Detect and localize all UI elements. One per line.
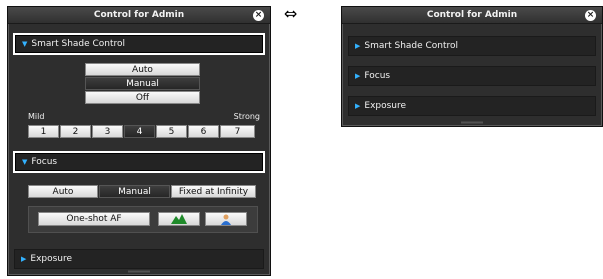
level-button-1[interactable]: 1 xyxy=(28,125,59,138)
collapsed-triangle-icon: ▶ xyxy=(21,255,27,263)
landscape-focus-button[interactable] xyxy=(158,212,200,226)
level-button-5[interactable]: 5 xyxy=(156,125,187,138)
resize-grip[interactable] xyxy=(128,270,150,273)
close-icon[interactable]: × xyxy=(253,10,264,21)
exposure-label: Exposure xyxy=(364,101,407,111)
focus-label: Focus xyxy=(31,157,58,167)
resize-grip[interactable] xyxy=(461,121,483,124)
shade-mode-manual[interactable]: Manual xyxy=(85,77,200,90)
panel-titlebar: Control for Admin × xyxy=(342,7,602,24)
portrait-icon xyxy=(221,214,231,225)
focus-header[interactable]: ▼ Focus xyxy=(13,151,265,173)
landscape-icon xyxy=(171,214,187,224)
shade-mode-auto[interactable]: Auto xyxy=(85,63,200,76)
expanded-triangle-icon: ▼ xyxy=(22,40,28,48)
mild-label: Mild xyxy=(28,112,45,121)
focus-mode-auto[interactable]: Auto xyxy=(28,185,98,198)
level-button-2[interactable]: 2 xyxy=(60,125,91,138)
strong-label: Strong xyxy=(233,112,260,121)
close-icon[interactable]: × xyxy=(585,10,596,21)
collapsed-triangle-icon: ▶ xyxy=(355,42,361,50)
smart-shade-label: Smart Shade Control xyxy=(364,41,459,51)
exposure-label: Exposure xyxy=(30,254,73,264)
exposure-header[interactable]: ▶ Exposure xyxy=(348,96,596,116)
panel-title: Control for Admin xyxy=(426,10,518,20)
collapsed-triangle-icon: ▶ xyxy=(355,72,361,80)
level-button-7[interactable]: 7 xyxy=(220,125,255,138)
focus-mode-fixed-infinity[interactable]: Fixed at Infinity xyxy=(171,185,256,198)
level-button-6[interactable]: 6 xyxy=(188,125,219,138)
focus-mode-manual[interactable]: Manual xyxy=(99,185,170,198)
level-button-3[interactable]: 3 xyxy=(92,125,123,138)
admin-panel-expanded: Control for Admin × ▼ Smart Shade Contro… xyxy=(7,6,271,276)
level-button-4[interactable]: 4 xyxy=(124,125,155,138)
collapsed-triangle-icon: ▶ xyxy=(355,102,361,110)
panel-titlebar: Control for Admin × xyxy=(8,7,270,24)
comparison-arrow: ⇔ xyxy=(284,4,298,23)
smart-shade-label: Smart Shade Control xyxy=(31,39,126,49)
panel-title: Control for Admin xyxy=(93,10,185,20)
exposure-header[interactable]: ▶ Exposure xyxy=(14,249,264,269)
oneshot-af-button[interactable]: One-shot AF xyxy=(38,212,150,226)
portrait-focus-button[interactable] xyxy=(205,212,247,226)
focus-label: Focus xyxy=(364,71,391,81)
smart-shade-header[interactable]: ▶ Smart Shade Control xyxy=(348,36,596,56)
admin-panel-collapsed: Control for Admin × ▶ Smart Shade Contro… xyxy=(341,6,603,127)
shade-mode-off[interactable]: Off xyxy=(85,91,200,104)
focus-header[interactable]: ▶ Focus xyxy=(348,66,596,86)
expanded-triangle-icon: ▼ xyxy=(22,158,28,166)
smart-shade-header[interactable]: ▼ Smart Shade Control xyxy=(13,33,265,55)
